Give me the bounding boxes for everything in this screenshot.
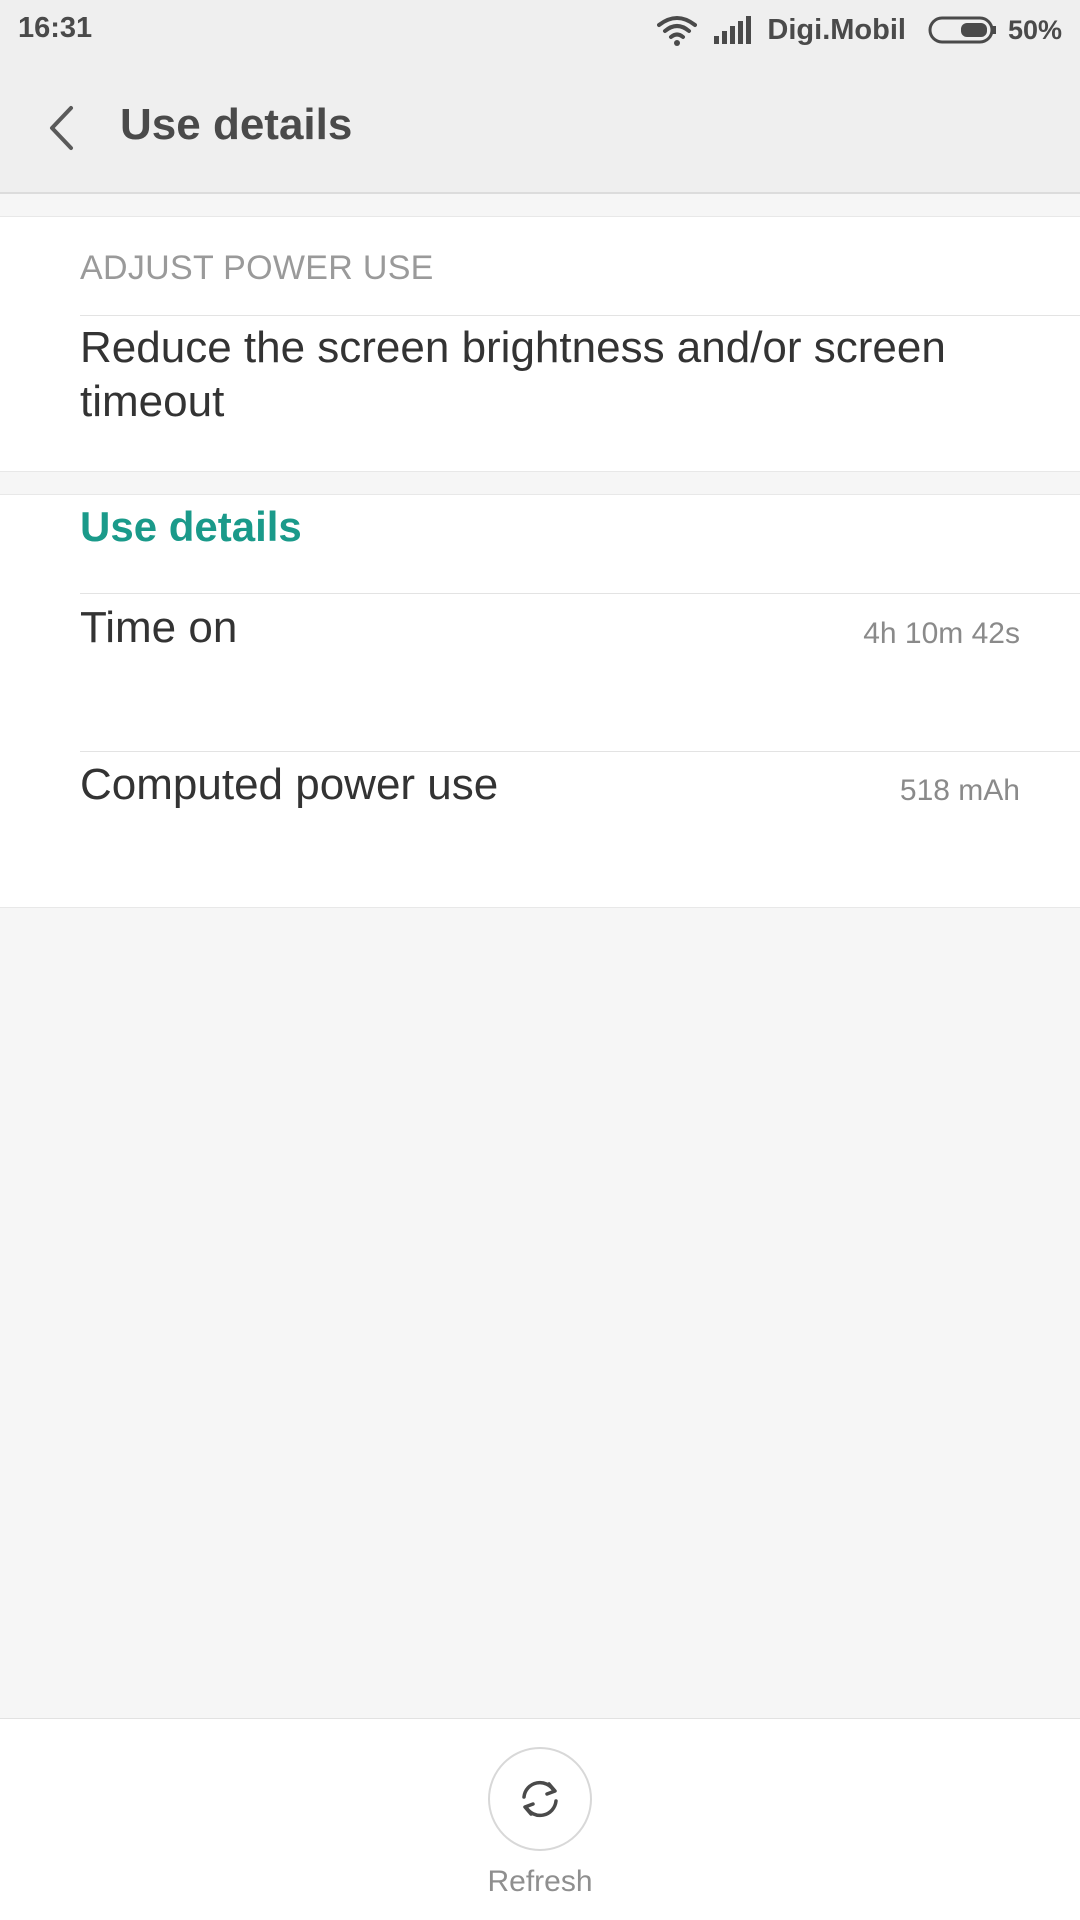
wifi-icon (657, 16, 698, 46)
refresh-icon (522, 1780, 558, 1818)
signal-icon (714, 16, 752, 44)
refresh-button[interactable] (488, 1747, 592, 1851)
carrier-name: Digi.Mobil (767, 13, 906, 46)
battery-percent: 50% (1007, 14, 1062, 45)
use-details-card: Use details Time on 4h 10m 42s Computed … (0, 494, 1080, 908)
row-label: Computed power use (80, 760, 499, 809)
detail-row-time-on: Time on 4h 10m 42s (0, 595, 1080, 751)
bottom-action-bar: Refresh (0, 1718, 1080, 1920)
back-button[interactable] (36, 98, 86, 158)
detail-row-computed-power: Computed power use 518 mAh (0, 752, 1080, 908)
app-header: Use details (0, 60, 1080, 194)
divider (80, 593, 1080, 594)
refresh-label: Refresh (487, 1865, 593, 1898)
chevron-left-icon (50, 106, 73, 150)
battery-icon (928, 16, 996, 44)
power-tip-item[interactable]: Reduce the screen brightness and/or scre… (80, 321, 1010, 429)
adjust-power-card: ADJUST POWER USE Reduce the screen brigh… (0, 216, 1080, 472)
status-time: 16:31 (18, 12, 93, 44)
row-label: Time on (80, 603, 238, 652)
row-value: 518 mAh (899, 774, 1020, 807)
divider (80, 315, 1080, 316)
status-icons: Digi.Mobil 50% (657, 10, 1062, 50)
page-title: Use details (120, 100, 353, 149)
section-title-use-details: Use details (80, 503, 302, 550)
status-bar: 16:31 Digi.Mobil 50% (0, 0, 1080, 60)
section-label-adjust-power: ADJUST POWER USE (80, 249, 434, 287)
row-value: 4h 10m 42s (863, 617, 1020, 650)
